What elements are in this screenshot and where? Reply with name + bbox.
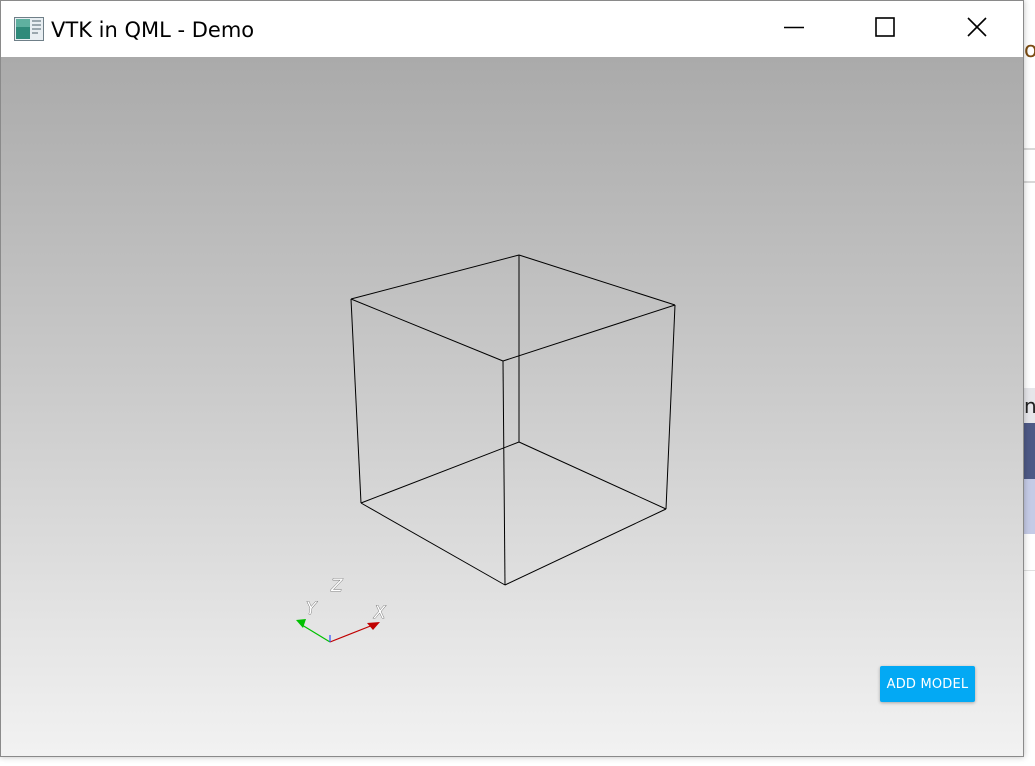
cube-edge xyxy=(360,441,520,504)
maximize-button[interactable] xyxy=(839,1,931,57)
background-divider xyxy=(1024,181,1035,183)
cube-edge xyxy=(502,360,506,586)
window-title: VTK in QML - Demo xyxy=(51,18,255,42)
cube-edge xyxy=(350,298,362,504)
background-divider xyxy=(1024,570,1035,571)
orientation-axes-widget: X Y Z xyxy=(296,576,386,643)
background-panel-row-selected xyxy=(1024,423,1035,479)
add-model-button[interactable]: ADD MODEL xyxy=(880,666,975,702)
cube-edge xyxy=(504,508,667,586)
cube-edge xyxy=(350,298,504,362)
cube-edge xyxy=(360,502,506,586)
app-window: VTK in QML - Demo X Y Z ADD MODEL xyxy=(0,0,1024,757)
background-desktop xyxy=(1024,0,1035,766)
x-axis-label: X xyxy=(373,603,386,623)
close-button[interactable] xyxy=(931,1,1023,57)
minimize-icon xyxy=(783,16,805,42)
y-axis-line xyxy=(301,624,331,643)
y-axis-label: Y xyxy=(306,599,318,619)
render-scene: X Y Z xyxy=(296,254,676,643)
background-text-fragment: n xyxy=(1024,394,1035,418)
background-panel-row xyxy=(1024,479,1035,534)
close-icon xyxy=(966,16,988,42)
app-window-icon xyxy=(14,17,44,41)
cube-edge xyxy=(350,254,520,300)
vtk-render-viewport[interactable]: X Y Z ADD MODEL xyxy=(1,57,1023,756)
cube-edge xyxy=(502,304,676,362)
minimize-button[interactable] xyxy=(748,1,840,57)
x-axis-line xyxy=(329,624,374,643)
title-bar[interactable]: VTK in QML - Demo xyxy=(1,1,1023,57)
maximize-icon xyxy=(874,16,896,42)
cube-edge xyxy=(518,441,667,510)
z-axis-label: Z xyxy=(330,576,343,596)
background-divider xyxy=(1024,148,1035,150)
background-text-fragment: o xyxy=(1024,38,1035,63)
cube-edge xyxy=(665,304,676,510)
cube-edge xyxy=(518,254,676,306)
wireframe-cube xyxy=(350,254,676,586)
